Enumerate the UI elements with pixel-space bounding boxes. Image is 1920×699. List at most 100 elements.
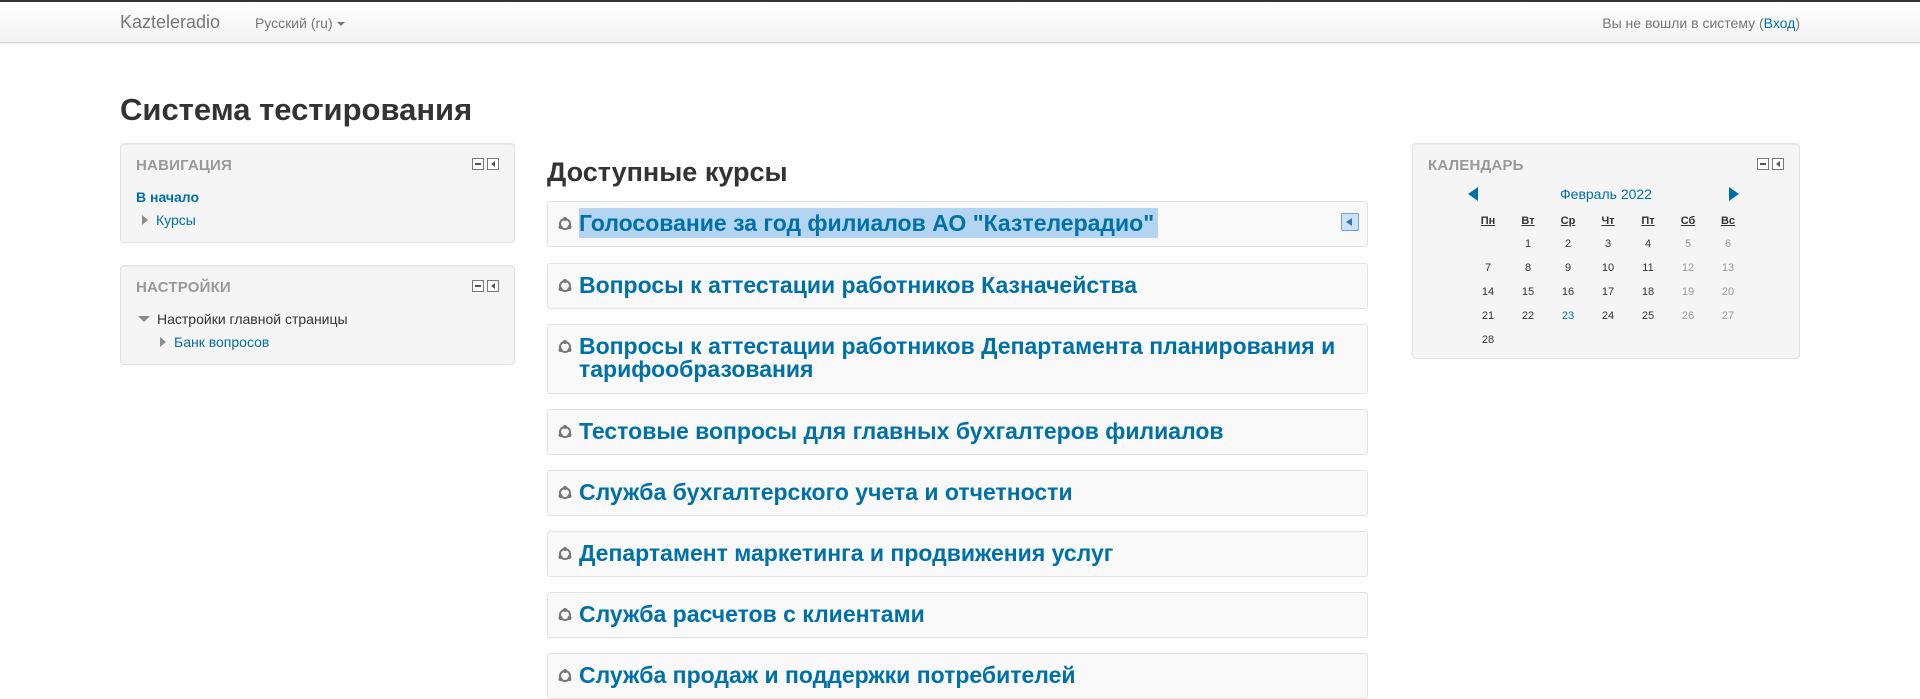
calendar-empty-cell — [1548, 328, 1588, 352]
calendar-day: 13 — [1721, 262, 1735, 274]
course-link[interactable]: Департамент маркетинга и продвижения усл… — [579, 542, 1355, 565]
course-item: Служба бухгалтерского учета и отчетности — [547, 470, 1368, 516]
calendar-day: 18 — [1641, 286, 1655, 298]
calendar-month-link[interactable]: Февраль 2022 — [1413, 186, 1799, 202]
settings-item-question-bank[interactable]: Банк вопросов — [174, 334, 269, 350]
block-controls — [472, 280, 499, 292]
calendar-day: 1 — [1524, 238, 1532, 250]
course-icon — [558, 217, 572, 230]
settings-group-label[interactable]: Настройки главной страницы — [157, 311, 348, 327]
calendar-grid: Пн Вт Ср Чт Пт Сб Вс 1 2 3 4 5 6 7 8 9 10 11 12 13 14 15 16 17… — [1468, 210, 1748, 352]
login-text-close: ) — [1795, 15, 1800, 31]
language-menu[interactable]: Русский (ru) — [255, 15, 345, 31]
calendar-empty-cell — [1708, 328, 1748, 352]
calendar-weekday-row: Пн Вт Ср Чт Пт Сб Вс — [1468, 210, 1748, 232]
weekday-header: Сб — [1680, 215, 1696, 227]
collapse-arrow-icon[interactable] — [138, 316, 150, 323]
navigation-block: НАВИГАЦИЯ В начало Курсы — [120, 143, 515, 243]
navigation-tree: В начало Курсы — [136, 186, 199, 232]
block-controls — [1757, 158, 1784, 170]
calendar-day: 6 — [1724, 238, 1732, 250]
calendar-week: 21 22 23 24 25 26 27 — [1468, 304, 1748, 328]
course-icon — [558, 669, 572, 682]
enrol-icon[interactable] — [1341, 213, 1359, 231]
course-link[interactable]: Вопросы к аттестации работников Департам… — [579, 335, 1355, 381]
course-link[interactable]: Голосование за год филиалов АО "Казтелер… — [579, 208, 1355, 238]
calendar-day: 15 — [1521, 286, 1535, 298]
course-item: Вопросы к аттестации работников Департам… — [547, 324, 1368, 394]
next-month-icon[interactable] — [1729, 187, 1739, 201]
dock-icon[interactable] — [487, 158, 499, 170]
caret-down-icon — [336, 22, 345, 27]
calendar-day: 8 — [1524, 262, 1532, 274]
login-link[interactable]: Вход — [1764, 15, 1796, 31]
calendar-day: 7 — [1484, 262, 1492, 274]
language-label: Русский (ru) — [255, 15, 333, 31]
weekday-header: Пт — [1641, 215, 1655, 227]
course-icon — [558, 486, 572, 499]
login-info: Вы не вошли в систему (Вход) — [1602, 15, 1800, 31]
calendar-day: 11 — [1642, 262, 1654, 274]
minimize-icon[interactable] — [1757, 158, 1769, 170]
course-item: Тестовые вопросы для главных бухгалтеров… — [547, 409, 1368, 455]
calendar-day: 10 — [1601, 262, 1615, 274]
weekday-header: Вт — [1521, 215, 1535, 227]
calendar-day: 24 — [1601, 310, 1615, 322]
calendar-day: 2 — [1564, 238, 1572, 250]
calendar-day: 27 — [1721, 310, 1735, 322]
calendar-block-title: КАЛЕНДАРЬ — [1428, 157, 1524, 174]
settings-block-title: НАСТРОЙКИ — [136, 279, 231, 296]
calendar-empty-cell — [1508, 328, 1548, 352]
calendar-week: 7 8 9 10 11 12 13 — [1468, 256, 1748, 280]
course-icon — [558, 608, 572, 621]
course-item: Вопросы к аттестации работников Казначей… — [547, 263, 1368, 309]
site-brand[interactable]: Kazteleradio — [120, 12, 220, 33]
course-icon — [558, 425, 572, 438]
settings-tree: Настройки главной страницы Банк вопросов — [136, 308, 348, 354]
course-link[interactable]: Служба продаж и поддержки потребителей — [579, 664, 1355, 687]
dock-icon[interactable] — [1772, 158, 1784, 170]
calendar-day-today[interactable]: 23 — [1548, 304, 1588, 328]
calendar-day: 19 — [1681, 286, 1695, 298]
calendar-day: 21 — [1481, 310, 1495, 322]
dock-icon[interactable] — [487, 280, 499, 292]
calendar-week: 1 2 3 4 5 6 — [1468, 232, 1748, 256]
calendar-day: 16 — [1561, 286, 1575, 298]
calendar-empty-cell — [1588, 328, 1628, 352]
course-item: Служба расчетов с клиентами — [547, 592, 1368, 638]
settings-block: НАСТРОЙКИ Настройки главной страницы Бан… — [120, 265, 515, 365]
calendar-day: 5 — [1684, 238, 1692, 250]
course-icon — [558, 340, 572, 353]
calendar-day: 17 — [1601, 286, 1615, 298]
calendar-day: 22 — [1521, 310, 1535, 322]
expand-arrow-icon[interactable] — [142, 215, 148, 226]
calendar-day: 14 — [1481, 286, 1495, 298]
calendar-day: 25 — [1641, 310, 1655, 322]
course-icon — [558, 279, 572, 292]
calendar-day: 3 — [1604, 238, 1612, 250]
nav-item-courses[interactable]: Курсы — [156, 212, 196, 228]
calendar-empty-cell — [1668, 328, 1708, 352]
login-text: Вы не вошли в систему ( — [1602, 15, 1764, 31]
calendar-block: КАЛЕНДАРЬ Февраль 2022 Пн Вт Ср Чт Пт Сб Вс 12… — [1412, 143, 1800, 359]
course-link[interactable]: Вопросы к аттестации работников Казначей… — [579, 274, 1355, 297]
calendar-day: 4 — [1644, 238, 1652, 250]
expand-arrow-icon[interactable] — [160, 337, 166, 348]
calendar-empty-cell — [1628, 328, 1668, 352]
calendar-day: 28 — [1481, 334, 1495, 346]
weekday-header: Чт — [1601, 215, 1615, 227]
calendar-day: 20 — [1721, 286, 1735, 298]
course-link[interactable]: Тестовые вопросы для главных бухгалтеров… — [579, 420, 1355, 443]
available-courses-heading: Доступные курсы — [547, 157, 788, 187]
minimize-icon[interactable] — [472, 280, 484, 292]
minimize-icon[interactable] — [472, 158, 484, 170]
calendar-header: Февраль 2022 — [1413, 184, 1799, 204]
course-link[interactable]: Служба расчетов с клиентами — [579, 603, 1355, 626]
top-navbar: Kazteleradio Русский (ru) Вы не вошли в … — [0, 0, 1920, 43]
calendar-day: 12 — [1681, 262, 1695, 274]
calendar-week: 14 15 16 17 18 19 20 — [1468, 280, 1748, 304]
course-link[interactable]: Служба бухгалтерского учета и отчетности — [579, 481, 1355, 504]
weekday-header: Пн — [1480, 215, 1496, 227]
nav-home-link[interactable]: В начало — [136, 189, 199, 205]
calendar-day: 9 — [1564, 262, 1572, 274]
